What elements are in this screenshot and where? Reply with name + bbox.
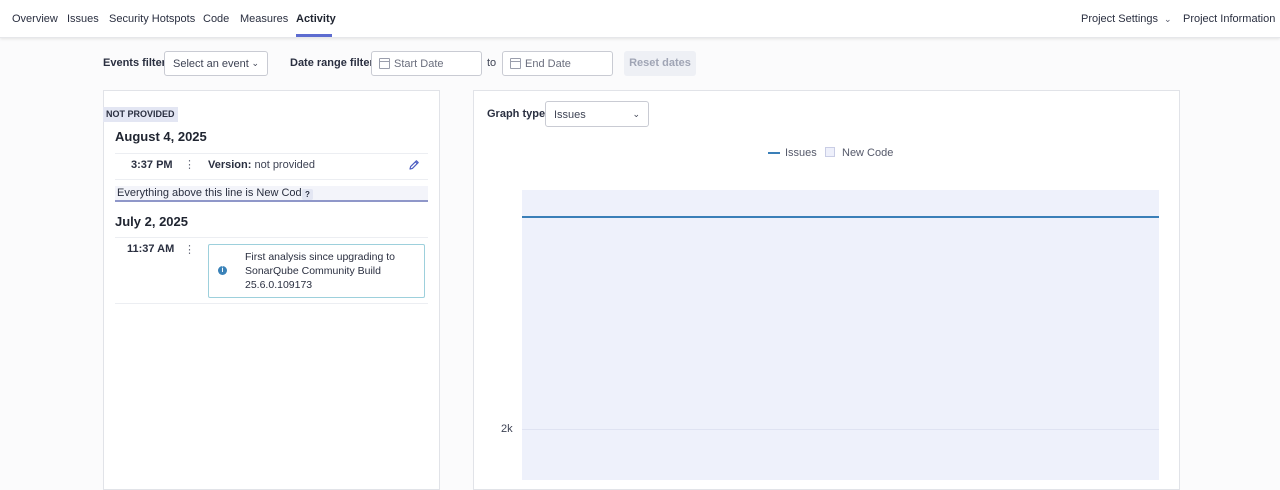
graph-type-select[interactable]: Issues ⌄ xyxy=(545,101,649,127)
y-gridline xyxy=(522,429,1159,430)
graph-type-label: Graph type xyxy=(487,108,546,120)
info-icon: i xyxy=(218,266,227,275)
divider xyxy=(115,303,428,304)
history-date-heading: August 4, 2025 xyxy=(115,129,207,144)
legend-new-code-swatch xyxy=(825,147,835,157)
start-date-input[interactable]: Start Date xyxy=(371,51,482,76)
chevron-down-icon: ⌄ xyxy=(632,109,640,119)
edit-pencil-icon[interactable] xyxy=(407,158,421,172)
events-filter-select[interactable]: Select an event ⌄ xyxy=(164,51,268,76)
analysis-message-line: First analysis since upgrading to xyxy=(245,251,395,263)
new-code-marker-text: Everything above this line is New Code xyxy=(117,187,308,199)
analysis-message: First analysis since upgrading to SonarQ… xyxy=(245,250,415,292)
end-date-input[interactable]: End Date xyxy=(502,51,613,76)
graph-type-value: Issues xyxy=(554,109,586,121)
date-range-filter-label: Date range filter xyxy=(290,57,374,69)
project-information-link[interactable]: Project Information xyxy=(1183,13,1275,26)
events-filter-label: Events filter xyxy=(103,57,166,69)
active-tab-indicator xyxy=(296,34,332,37)
reset-dates-button[interactable]: Reset dates xyxy=(624,51,696,76)
top-navigation: Overview Issues Security Hotspots Code M… xyxy=(0,0,1280,38)
analysis-message-line: 25.6.0.109173 xyxy=(245,279,313,291)
tab-code[interactable]: Code xyxy=(203,13,229,26)
divider xyxy=(115,153,428,154)
legend-issues-label: Issues xyxy=(785,147,817,159)
tab-security-hotspots[interactable]: Security Hotspots xyxy=(109,13,195,26)
legend-new-code-label: New Code xyxy=(842,147,894,159)
tab-activity[interactable]: Activity xyxy=(296,13,336,26)
chevron-down-icon: ⌄ xyxy=(251,58,259,68)
events-filter-value: Select an event xyxy=(173,58,249,70)
analysis-message-line: SonarQube Community Build xyxy=(245,265,381,277)
legend-issues-swatch xyxy=(768,152,780,154)
end-date-placeholder: End Date xyxy=(525,58,571,70)
divider xyxy=(115,237,428,238)
tab-overview[interactable]: Overview xyxy=(12,13,58,26)
issues-series-line xyxy=(522,216,1159,218)
tab-issues[interactable]: Issues xyxy=(67,13,99,26)
project-settings-label: Project Settings xyxy=(1081,13,1159,25)
start-date-placeholder: Start Date xyxy=(394,58,444,70)
version-value: not provided xyxy=(254,159,316,171)
chevron-down-icon: ⌄ xyxy=(1164,14,1172,24)
help-icon[interactable]: ? xyxy=(302,189,313,200)
version-event: Version: not provided xyxy=(208,159,315,171)
version-badge: NOT PROVIDED xyxy=(103,107,178,122)
divider xyxy=(115,179,428,180)
date-range-to-label: to xyxy=(487,57,497,69)
event-time: 11:37 AM xyxy=(127,243,175,255)
event-time: 3:37 PM xyxy=(131,159,173,171)
calendar-icon xyxy=(379,58,390,69)
version-label: Version: xyxy=(208,159,252,171)
more-actions-icon[interactable]: ⋮ xyxy=(184,158,195,171)
tab-measures[interactable]: Measures xyxy=(240,13,288,26)
new-code-area xyxy=(522,190,1159,480)
history-date-heading: July 2, 2025 xyxy=(115,214,188,229)
y-tick-label: 2k xyxy=(501,423,513,435)
calendar-icon xyxy=(510,58,521,69)
new-code-marker: Everything above this line is New Code xyxy=(115,186,428,202)
project-settings-menu[interactable]: Project Settings ⌄ xyxy=(1081,13,1172,26)
more-actions-icon[interactable]: ⋮ xyxy=(184,243,195,256)
